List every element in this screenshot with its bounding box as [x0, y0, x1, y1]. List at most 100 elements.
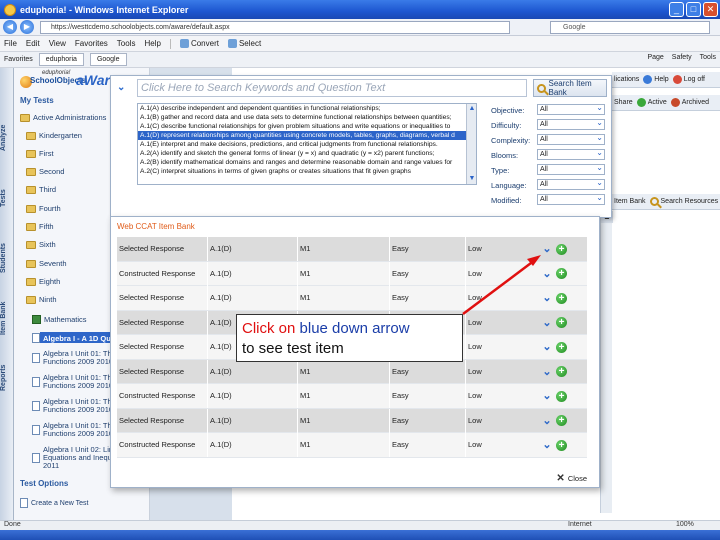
add-item-icon[interactable]: + [556, 341, 567, 353]
scroll-down-icon[interactable]: ▼ [467, 174, 476, 184]
item-bank-row[interactable]: Selected Response A.1(D)M1EasyLow⌄+ [117, 237, 587, 262]
expand-down-arrow-icon[interactable]: ⌄ [541, 390, 553, 402]
applications-menu[interactable]: lications [614, 76, 639, 83]
add-item-icon[interactable]: + [556, 366, 567, 377]
item-bank-row[interactable]: Constructed Response A.1(D) M1 Easy Low ⌄ + [117, 433, 587, 458]
tab-item-bank[interactable]: Item Bank [0, 288, 14, 348]
menu-help[interactable]: Help [144, 39, 160, 48]
tree-item-algebra-unit01-a[interactable]: Algebra I Unit 01: Th Functions 2009 2010 [32, 350, 113, 366]
active-filter[interactable]: Active [636, 98, 667, 107]
log-off-button[interactable]: Log off [672, 75, 705, 84]
tree-item-fourth[interactable]: Fourth [26, 204, 61, 213]
item-bank-close-button[interactable]: ✕ Close [556, 473, 587, 484]
workspace-scrollbar[interactable]: ▲ [600, 211, 613, 513]
menu-edit[interactable]: Edit [26, 39, 40, 48]
standards-scrollbar[interactable]: ▲ ▼ [466, 104, 476, 184]
objective-select[interactable]: All [537, 103, 605, 115]
forward-arrow-icon[interactable]: ▶ [20, 20, 34, 34]
standard-item[interactable]: A.1(A) describe independent and dependen… [138, 104, 476, 113]
tree-item-seventh[interactable]: Seventh [26, 259, 67, 268]
share-button[interactable]: Share [614, 99, 633, 106]
page-menu[interactable]: Page [647, 54, 663, 61]
standard-item-selected[interactable]: A.1(D) represent relationships among qua… [138, 131, 476, 140]
add-item-icon[interactable]: + [556, 317, 567, 328]
tree-item-third[interactable]: Third [26, 185, 56, 194]
modified-select[interactable]: All [537, 193, 605, 205]
tab-reports[interactable]: Reports [0, 348, 14, 408]
item-bank-row[interactable]: Selected Response A.1(D)M1EasyLow⌄+ [117, 408, 587, 433]
language-select[interactable]: All [537, 178, 605, 190]
menu-view[interactable]: View [49, 39, 66, 48]
create-new-test-link[interactable]: Create a New Test [20, 498, 88, 508]
favorites-button[interactable]: Favorites [4, 56, 33, 63]
tree-item-algebra-unit01-d[interactable]: Algebra I Unit 01: Th Functions 2009 2010 [32, 422, 113, 438]
browser-tab-eduphoria[interactable]: eduphoria [38, 53, 84, 66]
tree-item-algebra-unit02[interactable]: Algebra I Unit 02: Lir Equations and Ineq… [32, 446, 116, 470]
zoom-level[interactable]: 100% [676, 521, 694, 528]
tree-item-eighth[interactable]: Eighth [26, 277, 60, 286]
tree-item-sixth[interactable]: Sixth [26, 240, 56, 249]
scroll-up-icon[interactable]: ▲ [467, 104, 476, 114]
expand-down-arrow-icon[interactable]: ⌄ [541, 439, 553, 451]
url-field[interactable]: https://westtcdemo.schoolobjects.com/awa… [40, 21, 510, 34]
complexity-select[interactable]: All [537, 133, 605, 145]
menu-favorites[interactable]: Favorites [75, 39, 108, 48]
standards-list[interactable]: A.1(A) describe independent and dependen… [137, 103, 477, 185]
tree-item-second[interactable]: Second [26, 167, 64, 176]
help-button[interactable]: Help [643, 75, 669, 84]
difficulty-select[interactable]: All [537, 118, 605, 130]
item-bank-button[interactable]: Item Bank [614, 198, 646, 205]
add-item-icon[interactable]: + [556, 268, 567, 279]
expand-down-arrow-icon[interactable]: ⌄ [541, 341, 553, 353]
menu-file[interactable]: File [4, 39, 17, 48]
item-bank-row[interactable]: Selected Response A.1(D)M1EasyLow⌄+ [117, 286, 587, 311]
tree-item-algebra-quiz[interactable]: Algebra I - A 1D Qui [32, 333, 113, 343]
browser-tab-google[interactable]: Google [89, 53, 127, 66]
expand-down-arrow-icon[interactable]: ⌄ [541, 292, 553, 304]
add-item-icon[interactable]: + [556, 292, 567, 304]
tab-tests[interactable]: Tests [0, 168, 14, 228]
type-select[interactable]: All [537, 163, 605, 175]
standard-item[interactable]: A.1(C) describe functional relationships… [138, 122, 476, 131]
standard-item[interactable]: A.2(A) identify and sketch the general f… [138, 149, 476, 158]
expand-down-arrow-icon[interactable]: ⌄ [541, 268, 553, 280]
blooms-select[interactable]: All [537, 148, 605, 160]
tree-item-algebra-unit01-c[interactable]: Algebra I Unit 01: Th Functions 2009 2010 [32, 398, 113, 414]
item-bank-row[interactable]: Selected Response A.1(D)M1EasyLow⌄+ [117, 359, 587, 384]
tree-item-kindergarten[interactable]: Kindergarten [26, 131, 82, 140]
tree-item-mathematics[interactable]: Mathematics [32, 315, 87, 324]
search-item-bank-button[interactable]: Search Item Bank [533, 79, 607, 97]
item-bank-row[interactable]: Constructed Response A.1(D) M1 Easy Low ⌄ + [117, 384, 587, 409]
expand-down-arrow-icon[interactable]: ⌄ [541, 415, 553, 427]
add-item-icon[interactable]: + [556, 390, 567, 402]
add-item-icon[interactable]: + [556, 415, 567, 426]
tree-item-ninth[interactable]: Ninth [26, 295, 57, 304]
close-window-button[interactable]: ✕ [703, 2, 718, 17]
expand-down-arrow-icon[interactable]: ⌄ [541, 317, 553, 329]
browser-search-input[interactable]: Google [550, 21, 710, 34]
tree-item-algebra-unit01-b[interactable]: Algebra I Unit 01: Th Functions 2009 2010 [32, 374, 113, 390]
add-item-icon[interactable]: + [556, 439, 567, 451]
convert-button[interactable]: Convert [179, 39, 219, 48]
standard-item[interactable]: A.1(E) interpret and make decisions, pre… [138, 140, 476, 149]
tools-menu[interactable]: Tools [700, 54, 716, 61]
expand-down-arrow-icon[interactable]: ⌄ [541, 243, 553, 255]
tab-analyze[interactable]: Analyze [0, 108, 14, 168]
menu-tools[interactable]: Tools [117, 39, 136, 48]
standard-item[interactable]: A.2(C) interpret situations in terms of … [138, 167, 476, 176]
keyword-search-input[interactable] [137, 79, 527, 97]
tree-item-active-administrations[interactable]: Active Administrations [20, 113, 106, 122]
maximize-button[interactable]: □ [686, 2, 701, 17]
tree-item-first[interactable]: First [26, 149, 54, 158]
select-button[interactable]: Select [227, 39, 261, 48]
tab-students[interactable]: Students [0, 228, 14, 288]
tree-item-fifth[interactable]: Fifth [26, 222, 54, 231]
archived-filter[interactable]: Archived [670, 98, 709, 107]
back-arrow-icon[interactable]: ◀ [3, 20, 17, 34]
item-bank-row[interactable]: Constructed Response A.1(D) M1 Easy Low ⌄ + [117, 261, 587, 286]
expand-down-arrow-icon[interactable]: ⌄ [541, 366, 553, 378]
safety-menu[interactable]: Safety [672, 54, 692, 61]
standard-item[interactable]: A.1(B) gather and record data and use da… [138, 113, 476, 122]
collapse-chevron-icon[interactable]: ⌄ [117, 82, 129, 94]
minimize-button[interactable]: _ [669, 2, 684, 17]
